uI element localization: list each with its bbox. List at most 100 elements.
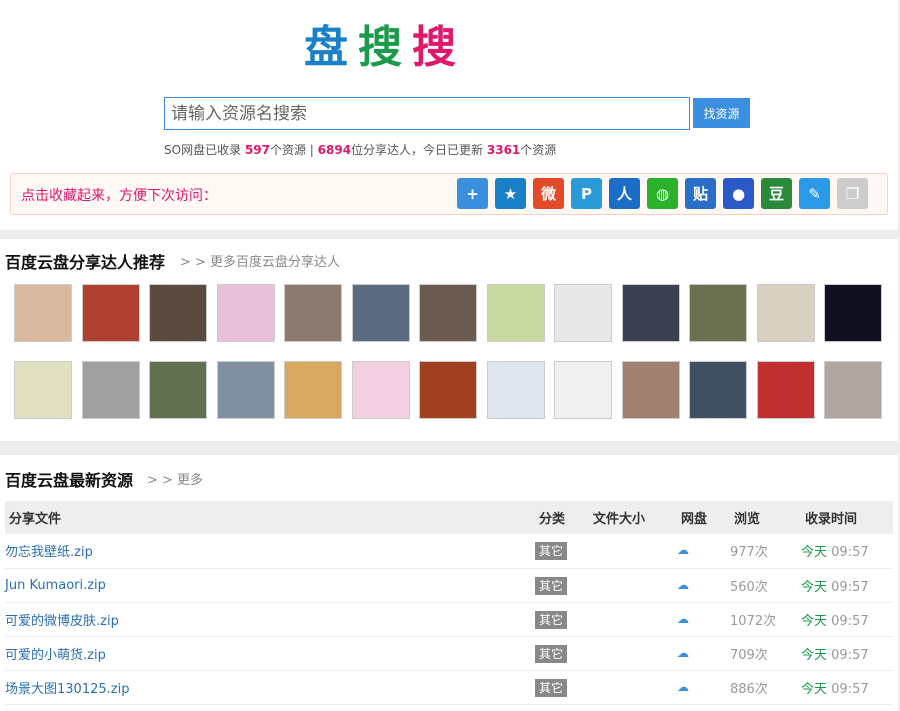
- search-input[interactable]: [164, 97, 690, 130]
- expert-avatar[interactable]: [824, 361, 882, 419]
- expert-avatar[interactable]: [14, 361, 72, 419]
- expert-avatar[interactable]: [419, 361, 477, 419]
- stats-text-2: 个资源 |: [269, 143, 318, 157]
- col-header-size: 文件大小: [593, 512, 646, 527]
- experts-title: 百度云盘分享达人推荐: [5, 253, 166, 272]
- stats-today-count: 3361: [486, 143, 521, 157]
- today-label: 今天: [801, 579, 828, 595]
- edit-share-icon[interactable]: ✎: [799, 178, 830, 209]
- latest-title: 百度云盘最新资源: [5, 471, 134, 490]
- expert-avatar[interactable]: [351, 361, 410, 419]
- view-count: 977次: [730, 545, 768, 561]
- file-link[interactable]: Jun Kumaori.zip: [5, 578, 106, 593]
- baidu-paw-icon[interactable]: ●: [723, 178, 754, 209]
- file-link[interactable]: 场景大图130125.zip: [5, 682, 129, 697]
- baidu-pan-icon: ☁: [677, 577, 689, 592]
- file-size: [589, 636, 677, 670]
- expert-avatar[interactable]: [756, 284, 815, 342]
- expert-avatar[interactable]: [486, 284, 545, 342]
- expert-avatar[interactable]: [756, 361, 815, 419]
- record-time: 09:57: [831, 647, 869, 663]
- today-label: 今天: [801, 545, 828, 561]
- copy-icon[interactable]: ❐: [837, 178, 868, 209]
- view-count: 709次: [730, 647, 768, 663]
- wechat-icon[interactable]: ◍: [647, 178, 678, 209]
- expert-avatar[interactable]: [81, 284, 140, 342]
- category-badge: 其它: [535, 678, 568, 697]
- file-link[interactable]: 可爱的小萌货.zip: [5, 648, 106, 663]
- expert-avatar[interactable]: [216, 284, 275, 342]
- today-label: 今天: [801, 681, 828, 697]
- table-row[interactable]: 场景大图130125.zip 其它 ☁ 886次 今天 09:57: [5, 670, 893, 704]
- table-row[interactable]: 可爱的小萌货.zip 其它 ☁ 709次 今天 09:57: [5, 636, 893, 670]
- search-button[interactable]: 找资源: [693, 98, 750, 128]
- expert-avatar[interactable]: [824, 284, 882, 342]
- expert-avatar[interactable]: [621, 284, 680, 342]
- expert-avatar[interactable]: [554, 361, 612, 419]
- col-header-pan: 网盘: [681, 512, 708, 527]
- table-row[interactable]: 勿忘我壁纸.zip 其它 ☁ 977次 今天 09:57: [5, 534, 893, 568]
- douban-icon[interactable]: 豆: [761, 178, 792, 209]
- favorite-star-icon[interactable]: ★: [495, 178, 526, 209]
- category-badge: 其它: [535, 576, 568, 595]
- baidu-pan-icon: ☁: [677, 679, 689, 694]
- logo-char-2: 搜: [358, 22, 402, 73]
- stats-expert-count: 6894: [317, 143, 352, 157]
- more-experts-link[interactable]: > > 更多百度云盘分享达人: [180, 251, 340, 270]
- expert-avatar[interactable]: [149, 284, 207, 342]
- expert-avatar[interactable]: [351, 284, 410, 342]
- record-time: 09:57: [831, 681, 869, 697]
- baidu-pan-icon: ☁: [677, 645, 689, 660]
- stats-text-3: 位分享达人，今日已更新: [351, 143, 487, 157]
- site-logo[interactable]: 盘 搜 搜: [304, 20, 456, 76]
- share-icons: + ★ 微 P 人 ◍ 贴 ● 豆 ✎ ❐: [457, 178, 868, 209]
- table-row[interactable]: Jun Kumaori.zip 其它 ☁ 560次 今天 09:57: [5, 568, 893, 602]
- table-header-row: 分享文件 分类 文件大小 网盘 浏览 收录时间: [5, 501, 893, 534]
- expert-avatar[interactable]: [149, 361, 207, 419]
- expert-avatar[interactable]: [81, 361, 140, 419]
- expert-avatar[interactable]: [284, 361, 342, 419]
- baidu-pan-icon: ☁: [677, 543, 689, 558]
- renren-icon[interactable]: 人: [609, 178, 640, 209]
- file-size: [589, 568, 677, 602]
- add-icon[interactable]: +: [457, 178, 488, 209]
- expert-avatar[interactable]: [554, 284, 612, 342]
- expert-avatar[interactable]: [14, 284, 72, 342]
- stats-resource-count: 597: [244, 143, 270, 157]
- header-panel: 盘 搜 搜 找资源 SO网盘已收录 597个资源 | 6894位分享达人，今日已…: [0, 0, 898, 230]
- stats-line: SO网盘已收录 597个资源 | 6894位分享达人，今日已更新 3361个资源: [164, 141, 556, 158]
- record-time: 09:57: [831, 545, 869, 561]
- file-size: [589, 670, 677, 704]
- record-time: 09:57: [831, 579, 869, 595]
- stats-text-4: 个资源: [520, 143, 557, 157]
- expert-avatar[interactable]: [621, 361, 680, 419]
- col-header-views: 浏览: [734, 512, 761, 527]
- expert-avatar[interactable]: [216, 361, 275, 419]
- table-row[interactable]: 可爱的微博皮肤.zip 其它 ☁ 1072次 今天 09:57: [5, 602, 893, 636]
- today-label: 今天: [801, 613, 828, 629]
- col-header-time: 收录时间: [805, 512, 858, 527]
- tencent-weibo-icon[interactable]: P: [571, 178, 602, 209]
- tieba-icon[interactable]: 贴: [685, 178, 716, 209]
- expert-avatar[interactable]: [284, 284, 342, 342]
- record-time: 09:57: [831, 613, 869, 629]
- expert-avatar[interactable]: [689, 284, 747, 342]
- more-resources-link[interactable]: > > 更多: [147, 469, 203, 488]
- file-link[interactable]: 可爱的微博皮肤.zip: [5, 614, 119, 629]
- baidu-pan-icon: ☁: [677, 611, 689, 626]
- weibo-icon[interactable]: 微: [533, 178, 564, 209]
- bookmark-share-bar: 点击收藏起来，方便下次访问： + ★ 微 P 人 ◍ 贴 ● 豆 ✎ ❐: [10, 173, 888, 215]
- today-label: 今天: [801, 647, 828, 663]
- view-count: 886次: [730, 681, 768, 697]
- category-badge: 其它: [535, 610, 568, 629]
- expert-avatar[interactable]: [486, 361, 545, 419]
- expert-avatar[interactable]: [689, 361, 747, 419]
- resources-table: 分享文件 分类 文件大小 网盘 浏览 收录时间 勿忘我壁纸.zip 其它 ☁ 977次…: [5, 501, 893, 705]
- col-header-category: 分类: [539, 512, 566, 527]
- col-header-file: 分享文件: [9, 512, 62, 527]
- file-size: [589, 534, 677, 568]
- latest-resources-panel: 百度云盘最新资源 > > 更多 分享文件 分类 文件大小 网盘 浏览 收录时间 …: [0, 455, 898, 711]
- expert-avatar[interactable]: [419, 284, 477, 342]
- file-link[interactable]: 勿忘我壁纸.zip: [5, 545, 93, 560]
- logo-char-1: 盘: [304, 22, 348, 73]
